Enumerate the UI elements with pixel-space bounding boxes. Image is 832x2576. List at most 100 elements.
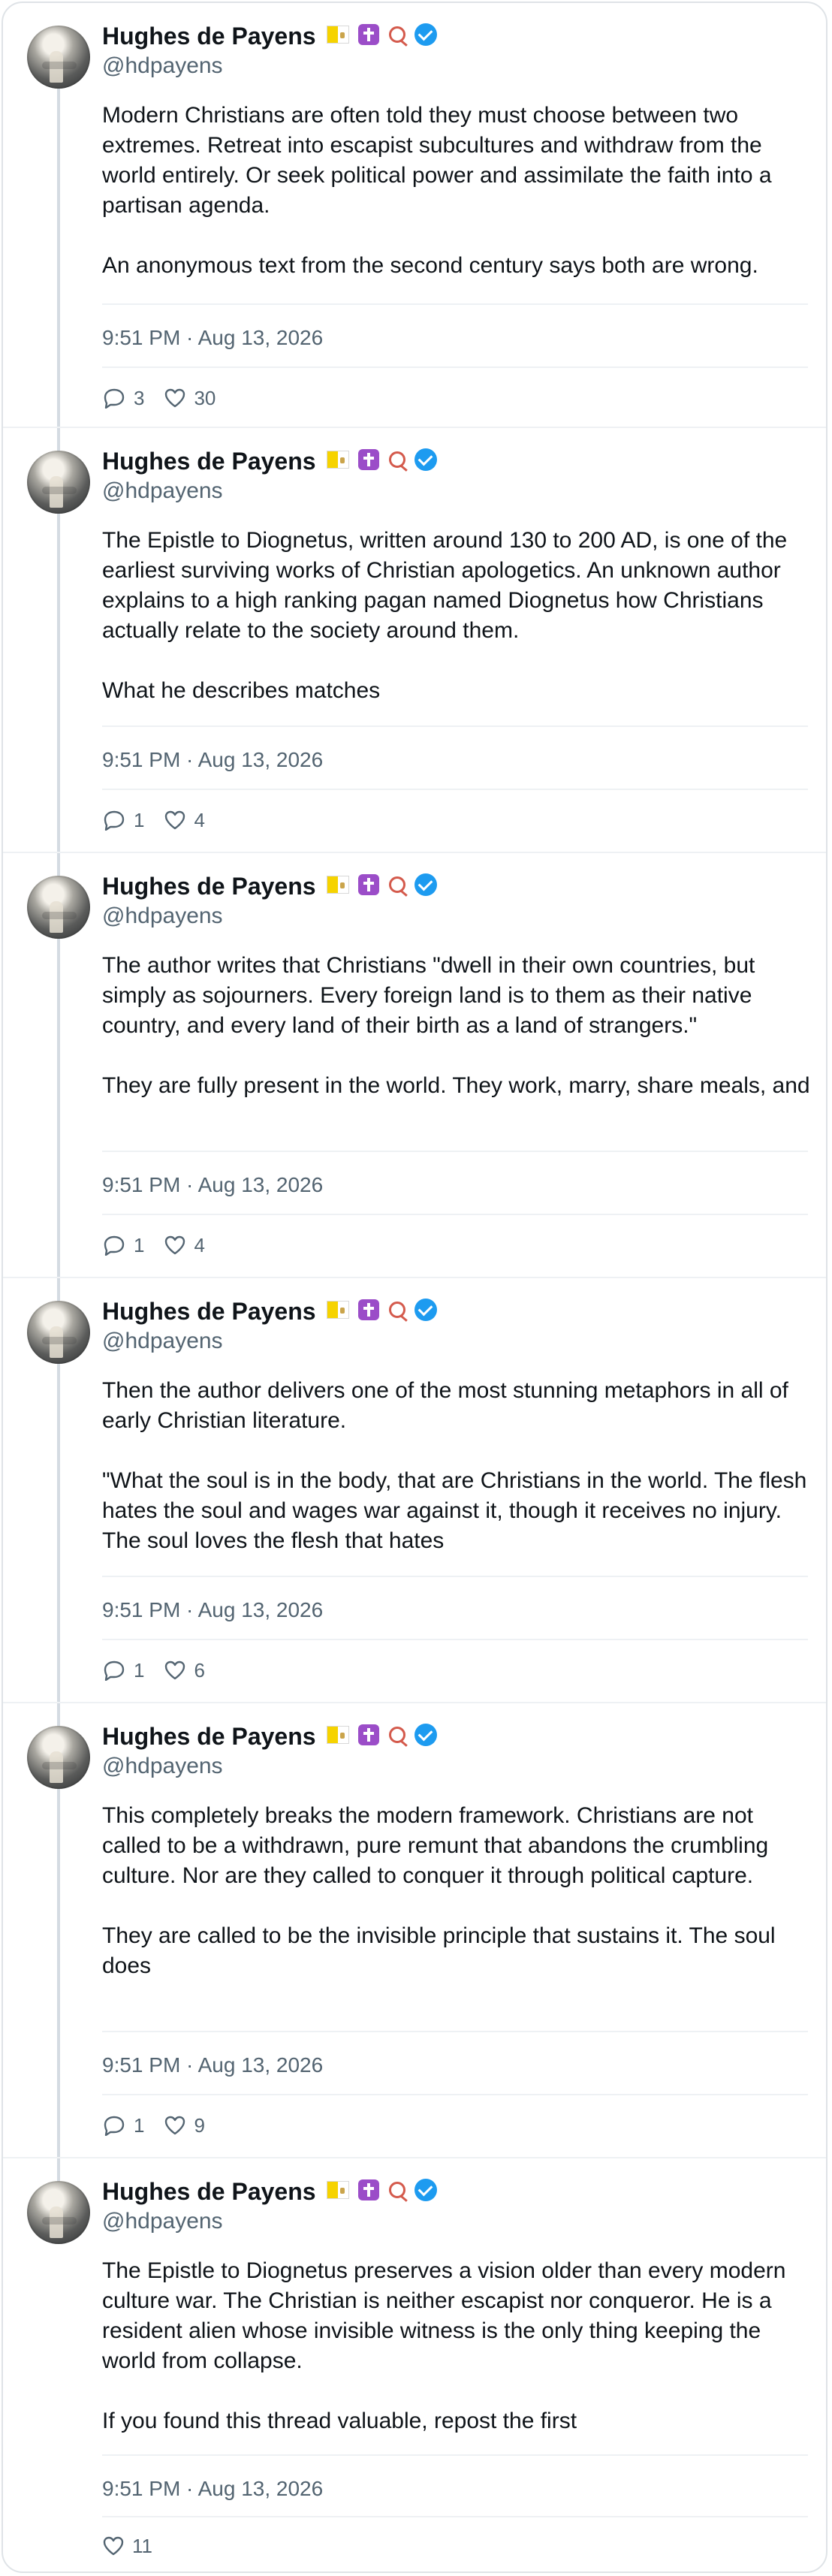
tweet-paragraph: Then the author delivers one of the most… <box>102 1378 788 1433</box>
tweet-actions: 11 <box>102 2531 152 2561</box>
tweet-paragraph: They are fully present in the world. The… <box>102 1073 810 1098</box>
reply-count: 3 <box>134 386 145 409</box>
rosary-icon <box>388 2182 405 2198</box>
vatican-flag-icon <box>327 1726 349 1744</box>
tweet-divider-rule <box>102 1576 808 1577</box>
tweet-actions: 1 6 <box>102 1655 205 1685</box>
reply-icon <box>102 1660 126 1681</box>
tweet-header: Hughes de Payens <box>102 446 438 476</box>
verified-badge-icon[interactable] <box>414 873 438 896</box>
tweet-3[interactable]: Hughes de Payens @hdpayens The author wr… <box>3 853 826 1278</box>
author-avatar[interactable] <box>27 26 90 89</box>
like-button[interactable]: 4 <box>164 808 205 832</box>
like-button[interactable]: 9 <box>164 2114 205 2137</box>
verified-badge-icon[interactable] <box>414 23 438 46</box>
verified-badge-icon[interactable] <box>414 1299 438 1321</box>
verified-badge-icon[interactable] <box>414 1724 438 1746</box>
tweet-paragraph: What he describes matches <box>102 678 381 703</box>
tweet-timestamp[interactable]: 9:51 PM · Aug 13, 2026 <box>102 747 323 774</box>
tweet-divider-rule <box>102 303 808 305</box>
latin-cross-icon <box>358 24 380 45</box>
tweet-1[interactable]: Hughes de Payens @hdpayens Modern Christ… <box>3 3 826 428</box>
like-button[interactable]: 30 <box>164 387 216 410</box>
reply-icon <box>102 2115 126 2136</box>
vatican-flag-icon <box>327 451 349 469</box>
tweet-timestamp[interactable]: 9:51 PM · Aug 13, 2026 <box>102 1172 323 1199</box>
author-handle[interactable]: @hdpayens <box>102 53 223 80</box>
rosary-icon <box>388 1302 405 1318</box>
tweet-divider-rule <box>102 1639 808 1640</box>
tweet-2[interactable]: Hughes de Payens @hdpayens The Epistle t… <box>3 428 826 853</box>
author-avatar[interactable] <box>27 2181 90 2244</box>
tweet-5[interactable]: Hughes de Payens @hdpayens This complete… <box>3 1703 826 2158</box>
reply-button[interactable]: 3 <box>102 387 144 410</box>
tweet-paragraph: The Epistle to Diognetus, written around… <box>102 528 788 643</box>
reply-icon <box>102 1235 126 1256</box>
like-count: 30 <box>194 386 216 409</box>
heart-icon <box>164 388 186 409</box>
tweet-timestamp[interactable]: 9:51 PM · Aug 13, 2026 <box>102 324 323 351</box>
author-avatar[interactable] <box>27 1301 90 1364</box>
like-button[interactable]: 4 <box>164 1234 205 1257</box>
latin-cross-icon <box>358 2179 380 2200</box>
tweet-divider-rule <box>102 789 808 790</box>
tweet-6[interactable]: Hughes de Payens @hdpayens The Epistle t… <box>3 2158 826 2571</box>
tweet-paragraph: Modern Christians are often told they mu… <box>102 103 772 218</box>
author-handle[interactable]: @hdpayens <box>102 2208 223 2235</box>
latin-cross-icon <box>358 1724 380 1745</box>
like-button[interactable]: 11 <box>102 2535 152 2558</box>
author-avatar[interactable] <box>27 876 90 939</box>
author-handle[interactable]: @hdpayens <box>102 1753 223 1780</box>
rosary-icon <box>388 451 405 468</box>
author-name[interactable]: Hughes de Payens <box>102 2178 316 2205</box>
reply-icon <box>102 388 126 409</box>
reply-count: 1 <box>134 1233 145 1256</box>
like-button[interactable]: 6 <box>164 1658 205 1682</box>
like-count: 6 <box>194 1658 205 1682</box>
latin-cross-icon <box>358 874 380 895</box>
tweet-divider-rule <box>102 2516 808 2517</box>
vatican-flag-icon <box>327 2181 349 2199</box>
author-name[interactable]: Hughes de Payens <box>102 1723 316 1750</box>
reply-icon <box>102 810 126 831</box>
tweet-timestamp[interactable]: 9:51 PM · Aug 13, 2026 <box>102 2475 323 2502</box>
author-avatar[interactable] <box>27 451 90 514</box>
author-name[interactable]: Hughes de Payens <box>102 448 316 475</box>
author-handle[interactable]: @hdpayens <box>102 478 223 505</box>
author-handle[interactable]: @hdpayens <box>102 1328 223 1355</box>
rosary-icon <box>388 1727 405 1743</box>
author-name[interactable]: Hughes de Payens <box>102 873 316 900</box>
author-handle[interactable]: @hdpayens <box>102 903 223 930</box>
author-name[interactable]: Hughes de Payens <box>102 23 316 50</box>
tweet-paragraph: If you found this thread valuable, repos… <box>102 2409 577 2433</box>
tweet-timestamp[interactable]: 9:51 PM · Aug 13, 2026 <box>102 1597 323 1624</box>
tweet-text: The Epistle to Diognetus preserves a vis… <box>102 2256 811 2436</box>
reply-button[interactable]: 1 <box>102 1234 144 1257</box>
author-avatar[interactable] <box>27 1726 90 1789</box>
heart-icon <box>164 810 186 831</box>
author-name[interactable]: Hughes de Payens <box>102 1298 316 1325</box>
tweet-header: Hughes de Payens <box>102 2176 438 2206</box>
reply-button[interactable]: 1 <box>102 1659 144 1682</box>
like-count: 4 <box>194 808 205 831</box>
reply-button[interactable]: 1 <box>102 2114 144 2137</box>
tweet-paragraph: The Epistle to Diognetus preserves a vis… <box>102 2258 786 2373</box>
rosary-icon <box>388 876 405 893</box>
reply-button[interactable]: 1 <box>102 809 144 832</box>
tweet-paragraph: This completely breaks the modern framew… <box>102 1803 769 1888</box>
reply-count: 1 <box>134 808 145 831</box>
tweet-paragraph: An anonymous text from the second centur… <box>102 253 758 278</box>
vatican-flag-icon <box>327 1301 349 1319</box>
verified-badge-icon[interactable] <box>414 448 438 471</box>
tweet-header: Hughes de Payens <box>102 871 438 901</box>
tweet-divider-rule <box>102 725 808 727</box>
verified-badge-icon[interactable] <box>414 2179 438 2201</box>
reply-count: 1 <box>134 1658 145 1682</box>
tweet-actions: 3 30 <box>102 383 216 413</box>
heart-icon <box>164 1235 186 1256</box>
tweet-4[interactable]: Hughes de Payens @hdpayens Then the auth… <box>3 1278 826 1703</box>
tweet-paragraph: The author writes that Christians "dwell… <box>102 953 755 1038</box>
tweet-divider-rule <box>102 2454 808 2456</box>
tweet-divider-rule <box>102 1151 808 1152</box>
tweet-timestamp[interactable]: 9:51 PM · Aug 13, 2026 <box>102 2052 323 2079</box>
